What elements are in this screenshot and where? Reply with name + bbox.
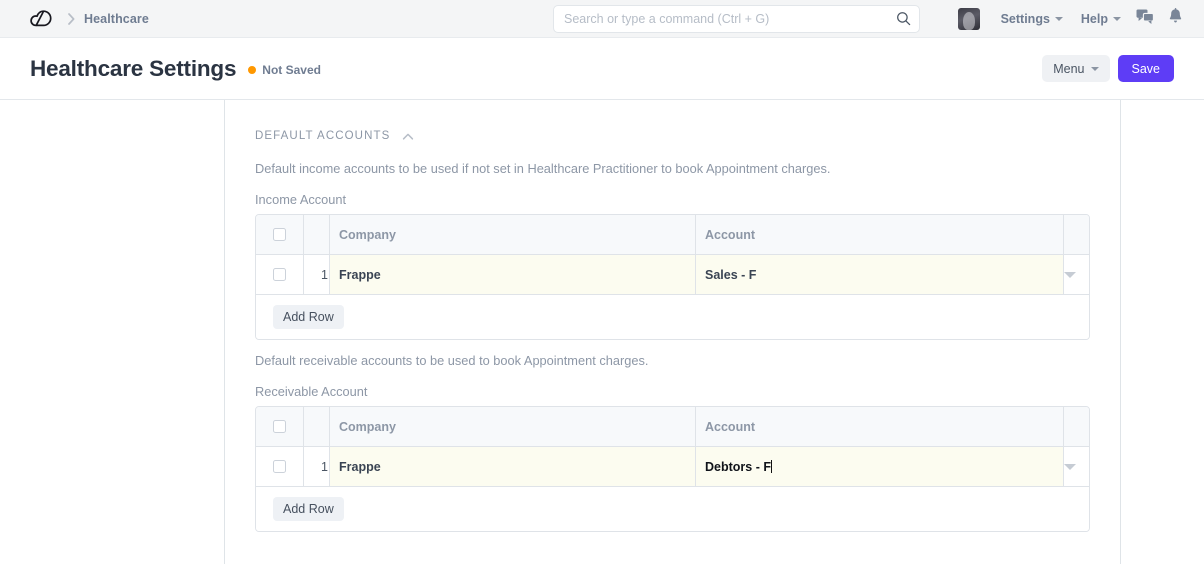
top-navbar: Healthcare Settings Help: [0, 0, 1204, 38]
frappe-cloud-logo-icon[interactable]: [28, 6, 54, 32]
row-expand-cell[interactable]: [1064, 255, 1089, 294]
income-account-description: Default income accounts to be used if no…: [255, 148, 1090, 176]
cell-account-value: Debtors - F: [705, 460, 771, 474]
section-title: DEFAULT ACCOUNTS: [255, 130, 390, 142]
chevron-down-icon: [1091, 67, 1099, 71]
page-title: Healthcare Settings: [30, 56, 236, 82]
help-dropdown[interactable]: Help: [1072, 0, 1130, 38]
chevron-up-icon[interactable]: [402, 130, 414, 142]
chevron-down-icon: [1113, 17, 1121, 21]
income-grid-footer: Add Row: [256, 295, 1089, 339]
row-expand-cell[interactable]: [1064, 447, 1089, 486]
page-header: Healthcare Settings Not Saved Menu Save: [0, 38, 1204, 100]
column-header-account[interactable]: Account: [696, 407, 1064, 446]
table-row[interactable]: 1 Frappe Debtors - F: [256, 447, 1089, 487]
menu-button-label: Menu: [1053, 62, 1084, 76]
column-header-account-label: Account: [705, 420, 755, 434]
row-select-cell[interactable]: [256, 255, 304, 294]
table-row[interactable]: 1 Frappe Sales - F: [256, 255, 1089, 295]
column-header-company-label: Company: [339, 420, 396, 434]
row-index: 1: [304, 255, 330, 294]
receivable-grid-footer: Add Row: [256, 487, 1089, 531]
navbar-left: Healthcare: [28, 6, 149, 32]
breadcrumb-healthcare-link[interactable]: Healthcare: [84, 12, 149, 26]
grid-header-row: Company Account: [256, 407, 1089, 447]
right-sidebar: [1121, 100, 1204, 564]
select-all-cell[interactable]: [256, 215, 304, 254]
index-header-cell: [304, 215, 330, 254]
select-all-checkbox[interactable]: [273, 228, 286, 241]
settings-label: Settings: [1001, 12, 1050, 26]
notifications-button[interactable]: [1160, 0, 1190, 38]
select-all-checkbox[interactable]: [273, 420, 286, 433]
row-checkbox[interactable]: [273, 268, 286, 281]
receivable-account-grid: Company Account 1 Frappe Debtors - F: [255, 406, 1090, 532]
select-all-cell[interactable]: [256, 407, 304, 446]
left-sidebar: [0, 100, 225, 564]
page-body: DEFAULT ACCOUNTS Default income accounts…: [0, 100, 1204, 564]
avatar[interactable]: [958, 8, 980, 30]
settings-dropdown[interactable]: Settings: [992, 0, 1072, 38]
add-row-button[interactable]: Add Row: [273, 305, 344, 329]
income-account-label: Income Account: [255, 176, 1090, 214]
cell-account-editing[interactable]: Debtors - F: [696, 447, 1064, 486]
cell-account-value: Sales - F: [705, 268, 756, 282]
row-checkbox[interactable]: [273, 460, 286, 473]
row-select-cell[interactable]: [256, 447, 304, 486]
cell-company[interactable]: Frappe: [330, 255, 696, 294]
add-row-button[interactable]: Add Row: [273, 497, 344, 521]
help-label: Help: [1081, 12, 1108, 26]
receivable-account-label: Receivable Account: [255, 368, 1090, 406]
chevron-down-icon[interactable]: [1064, 464, 1076, 470]
index-header-cell: [304, 407, 330, 446]
chevron-down-icon[interactable]: [1064, 272, 1076, 278]
column-header-actions: [1064, 215, 1089, 254]
search-input[interactable]: [553, 5, 920, 33]
cell-company[interactable]: Frappe: [330, 447, 696, 486]
chat-icon: [1136, 9, 1154, 30]
menu-button[interactable]: Menu: [1042, 55, 1109, 82]
global-search[interactable]: [553, 5, 920, 33]
page-actions: Menu Save: [1042, 55, 1174, 82]
status-dot-icon: [248, 66, 256, 74]
cell-company-value: Frappe: [339, 268, 381, 282]
status-badge: Not Saved: [248, 63, 321, 77]
receivable-account-description: Default receivable accounts to be used t…: [255, 340, 1090, 368]
column-header-actions: [1064, 407, 1089, 446]
save-button[interactable]: Save: [1118, 55, 1175, 82]
column-header-company-label: Company: [339, 228, 396, 242]
column-header-company[interactable]: Company: [330, 215, 696, 254]
cell-company-value: Frappe: [339, 460, 381, 474]
text-caret: [771, 460, 772, 473]
section-header-default-accounts[interactable]: DEFAULT ACCOUNTS: [255, 100, 1090, 148]
chat-button[interactable]: [1130, 0, 1160, 38]
row-index: 1: [304, 447, 330, 486]
breadcrumb-separator-icon: [68, 13, 75, 25]
form-main-column: DEFAULT ACCOUNTS Default income accounts…: [225, 100, 1121, 564]
status-badge-label: Not Saved: [262, 63, 321, 77]
bell-icon: [1168, 8, 1183, 30]
column-header-account[interactable]: Account: [696, 215, 1064, 254]
navbar-right: Settings Help: [958, 0, 1190, 38]
column-header-company[interactable]: Company: [330, 407, 696, 446]
chevron-down-icon: [1055, 17, 1063, 21]
grid-header-row: Company Account: [256, 215, 1089, 255]
cell-account[interactable]: Sales - F: [696, 255, 1064, 294]
column-header-account-label: Account: [705, 228, 755, 242]
income-account-grid: Company Account 1 Frappe Sales - F: [255, 214, 1090, 340]
